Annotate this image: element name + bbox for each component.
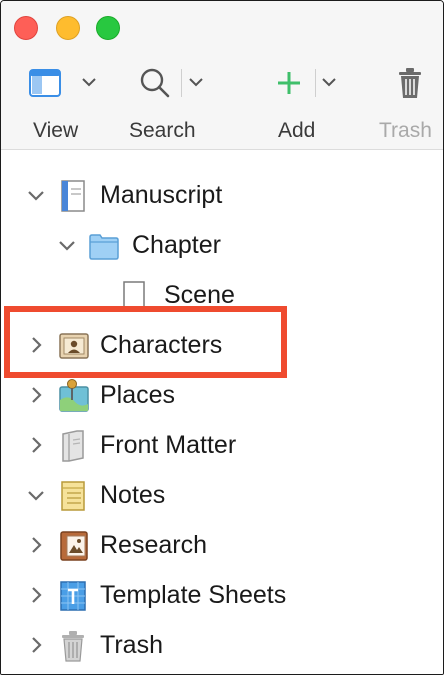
view-label: View <box>33 119 79 142</box>
chevron-down-icon[interactable] <box>25 484 47 506</box>
view-tool[interactable]: View <box>25 61 105 142</box>
plus-icon[interactable] <box>275 69 303 97</box>
binder-item-front-matter[interactable]: Front Matter <box>1 421 443 471</box>
binder-sidebar: Manuscript Chapter Scene Characters Plac… <box>1 150 443 674</box>
binder-item-notes[interactable]: Notes <box>1 471 443 521</box>
binder-item-label: Trash <box>100 631 163 659</box>
toolbar: View Search Add Trash <box>1 1 443 150</box>
binder-item-label: Characters <box>100 331 223 359</box>
trash-can-icon <box>62 631 84 662</box>
app-window: View Search Add Trash Manuscript Chapter… <box>0 0 444 675</box>
minimize-window-button[interactable] <box>56 16 80 40</box>
separator <box>181 69 182 97</box>
chevron-right-icon[interactable] <box>25 584 47 606</box>
binder-item-label: Chapter <box>132 231 221 259</box>
chevron-right-icon[interactable] <box>25 434 47 456</box>
binder-item-label: Notes <box>100 481 166 509</box>
trash-tool[interactable]: Trash <box>379 61 443 142</box>
chevron-right-icon[interactable] <box>25 634 47 656</box>
chevron-right-icon[interactable] <box>25 534 47 556</box>
zoom-window-button[interactable] <box>96 16 120 40</box>
chevron-down-icon[interactable] <box>56 234 78 256</box>
chevron-down-icon[interactable] <box>25 184 47 206</box>
add-tool[interactable]: Add <box>273 61 343 142</box>
binder-item-trash[interactable]: Trash <box>1 621 443 671</box>
binder-item-template-sheets[interactable]: Template Sheets <box>1 571 443 621</box>
folder-icon <box>89 234 119 260</box>
add-label: Add <box>278 119 316 142</box>
binder-item-scene[interactable]: Scene <box>1 271 443 321</box>
trash-icon[interactable] <box>397 67 423 99</box>
binder-item-manuscript[interactable]: Manuscript <box>1 171 443 221</box>
trash-label: Trash <box>379 119 432 142</box>
chevron-down-icon[interactable] <box>322 77 336 87</box>
chevron-right-icon[interactable] <box>25 384 47 406</box>
chevron-right-icon[interactable] <box>25 334 47 356</box>
chevron-down-icon[interactable] <box>82 77 96 87</box>
notepad-icon <box>61 481 85 511</box>
front-matter-icon <box>62 430 84 462</box>
binder-item-label: Template Sheets <box>100 581 287 609</box>
binder-item-places[interactable]: Places <box>1 371 443 421</box>
search-icon[interactable] <box>139 67 171 99</box>
binder-item-label: Research <box>100 531 207 559</box>
binder-item-label: Scene <box>164 281 235 309</box>
binder-item-research[interactable]: Research <box>1 521 443 571</box>
map-pin-icon <box>59 379 89 412</box>
view-layout-icon[interactable] <box>29 69 61 97</box>
manuscript-icon <box>61 180 85 212</box>
character-card-icon <box>59 333 89 359</box>
separator <box>315 69 316 97</box>
binder-item-label: Places <box>100 381 176 409</box>
close-window-button[interactable] <box>14 16 38 40</box>
binder-item-chapter[interactable]: Chapter <box>1 221 443 271</box>
search-tool[interactable]: Search <box>129 61 219 142</box>
binder-item-characters[interactable]: Characters <box>1 321 443 371</box>
binder-item-label: Manuscript <box>100 181 223 209</box>
search-label: Search <box>129 119 196 142</box>
template-icon <box>60 581 86 611</box>
document-icon <box>123 281 145 311</box>
chevron-down-icon[interactable] <box>189 77 203 87</box>
binder-item-label: Front Matter <box>100 431 237 459</box>
research-icon <box>60 531 88 561</box>
